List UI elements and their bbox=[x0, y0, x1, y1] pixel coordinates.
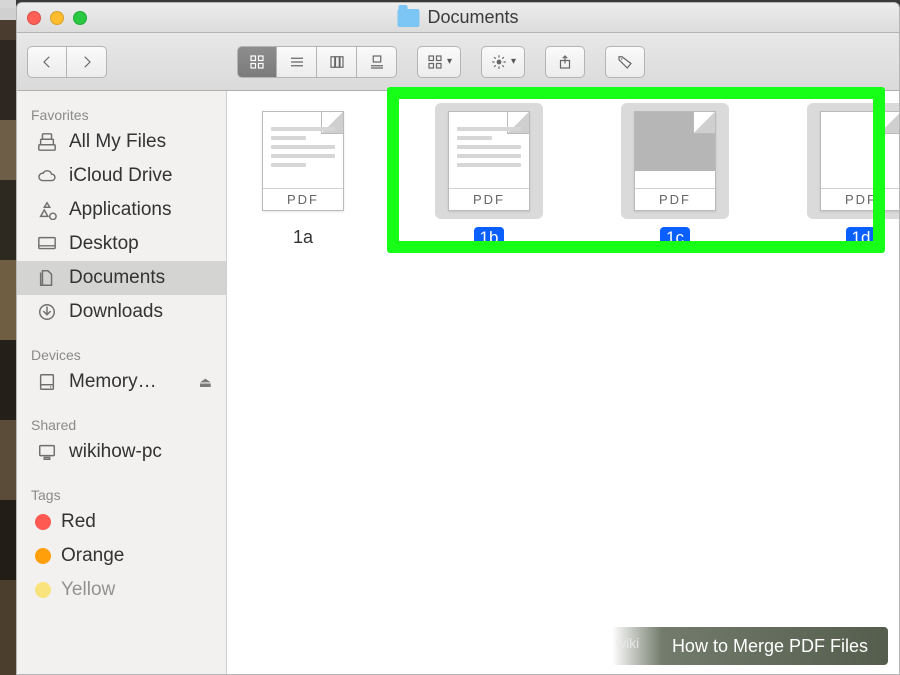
file-area[interactable]: PDF 1a PDF 1b PDF 1c PDF 1d bbox=[227, 91, 900, 674]
arrange-menu: ▾ bbox=[417, 46, 461, 78]
tag-dot-icon bbox=[35, 514, 51, 530]
sidebar-item-wikihow-pc[interactable]: wikihow-pc bbox=[17, 435, 226, 469]
tag-label: Red bbox=[61, 511, 96, 533]
action-menu: ▾ bbox=[481, 46, 525, 78]
title-text: Documents bbox=[427, 7, 518, 28]
tag-label: Yellow bbox=[61, 579, 115, 601]
tag-dot-icon bbox=[35, 582, 51, 598]
tags-heading: Tags bbox=[17, 481, 226, 505]
window-controls bbox=[27, 11, 87, 25]
devices-heading: Devices bbox=[17, 341, 226, 365]
caption-prefix: wiki bbox=[616, 635, 639, 651]
sidebar-item-label: All My Files bbox=[69, 131, 166, 153]
forward-button[interactable] bbox=[67, 46, 107, 78]
tag-dot-icon bbox=[35, 548, 51, 564]
tags-button[interactable] bbox=[605, 46, 645, 78]
window-title: Documents bbox=[397, 7, 518, 28]
all-files-icon bbox=[35, 132, 59, 152]
sidebar-item-applications[interactable]: Applications bbox=[17, 193, 226, 227]
favorites-heading: Favorites bbox=[17, 101, 226, 125]
sidebar-item-downloads[interactable]: Downloads bbox=[17, 295, 226, 329]
tag-yellow[interactable]: Yellow bbox=[17, 573, 226, 607]
sidebar-item-all-my-files[interactable]: All My Files bbox=[17, 125, 226, 159]
window-body: Favorites All My Files iCloud Drive Appl… bbox=[17, 91, 899, 674]
desktop-background-strip bbox=[0, 0, 16, 675]
column-view-button[interactable] bbox=[317, 46, 357, 78]
pdf-thumbnail: PDF bbox=[262, 111, 344, 211]
titlebar[interactable]: Documents bbox=[17, 3, 899, 33]
view-mode-buttons bbox=[237, 46, 397, 78]
sidebar-item-label: Documents bbox=[69, 267, 165, 289]
back-button[interactable] bbox=[27, 46, 67, 78]
pc-icon bbox=[35, 442, 59, 462]
minimize-button[interactable] bbox=[50, 11, 64, 25]
article-caption: wiki How to Merge PDF Files bbox=[612, 627, 888, 665]
sidebar-item-label: iCloud Drive bbox=[69, 165, 172, 187]
cloud-icon bbox=[35, 166, 59, 186]
arrange-button[interactable]: ▾ bbox=[417, 46, 461, 78]
disk-icon bbox=[35, 372, 59, 392]
annotation-highlight bbox=[387, 87, 885, 253]
tag-red[interactable]: Red bbox=[17, 505, 226, 539]
sidebar-item-label: Memory… bbox=[69, 371, 157, 393]
tag-orange[interactable]: Orange bbox=[17, 539, 226, 573]
shared-heading: Shared bbox=[17, 411, 226, 435]
documents-icon bbox=[35, 268, 59, 288]
zoom-button[interactable] bbox=[73, 11, 87, 25]
sidebar-item-label: Desktop bbox=[69, 233, 139, 255]
share-button[interactable] bbox=[545, 46, 585, 78]
sidebar-item-documents[interactable]: Documents bbox=[17, 261, 226, 295]
applications-icon bbox=[35, 200, 59, 220]
sidebar: Favorites All My Files iCloud Drive Appl… bbox=[17, 91, 227, 674]
folder-icon bbox=[397, 9, 419, 27]
icon-view-button[interactable] bbox=[237, 46, 277, 78]
sidebar-item-label: wikihow-pc bbox=[69, 441, 162, 463]
sidebar-item-desktop[interactable]: Desktop bbox=[17, 227, 226, 261]
list-view-button[interactable] bbox=[277, 46, 317, 78]
action-button[interactable]: ▾ bbox=[481, 46, 525, 78]
nav-buttons bbox=[27, 46, 107, 78]
desktop-icon bbox=[35, 234, 59, 254]
file-label[interactable]: 1a bbox=[293, 227, 313, 248]
file-1a[interactable]: PDF 1a bbox=[245, 103, 361, 248]
pdf-badge: PDF bbox=[263, 188, 343, 210]
sidebar-item-memory[interactable]: Memory… ⏏ bbox=[17, 365, 226, 399]
coverflow-view-button[interactable] bbox=[357, 46, 397, 78]
tag-label: Orange bbox=[61, 545, 124, 567]
finder-window: Documents ▾ ▾ Favorites All M bbox=[16, 2, 900, 675]
caption-text: How to Merge PDF Files bbox=[672, 636, 868, 657]
downloads-icon bbox=[35, 302, 59, 322]
eject-icon[interactable]: ⏏ bbox=[199, 374, 212, 391]
sidebar-item-label: Downloads bbox=[69, 301, 163, 323]
close-button[interactable] bbox=[27, 11, 41, 25]
toolbar: ▾ ▾ bbox=[17, 33, 899, 91]
sidebar-item-icloud-drive[interactable]: iCloud Drive bbox=[17, 159, 226, 193]
sidebar-item-label: Applications bbox=[69, 199, 171, 221]
